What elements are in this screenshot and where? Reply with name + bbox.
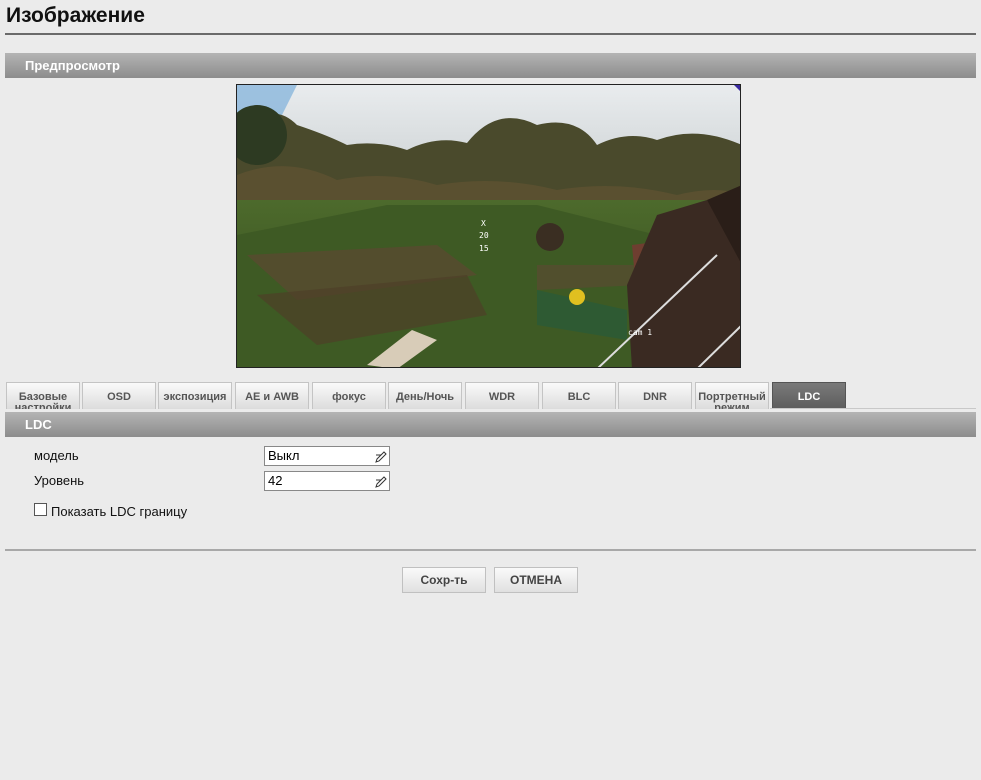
cam-label: cam 1: [628, 328, 653, 337]
tab-osd[interactable]: OSD: [82, 382, 156, 409]
level-label: Уровень: [34, 473, 85, 488]
tab-day-night[interactable]: День/Ночь: [388, 382, 462, 409]
tab-ldc[interactable]: LDC: [772, 382, 846, 409]
preview-image: [237, 85, 740, 367]
camera-preview: X 20 15 cam 1: [236, 84, 741, 368]
tab-ae-awb[interactable]: AE и AWB: [235, 382, 309, 409]
osd-line-2: 20: [479, 231, 489, 240]
save-button[interactable]: Сохр-ть: [402, 567, 486, 593]
cancel-button[interactable]: ОТМЕНА: [494, 567, 578, 593]
form-divider: [5, 549, 976, 551]
pencil-edit-icon: [375, 476, 387, 488]
ldc-header: LDC: [5, 412, 976, 437]
page-title: Изображение: [6, 4, 145, 27]
pencil-edit-icon: [375, 451, 387, 463]
settings-tabs: Базовые настройки OSD экспозиция AE и AW…: [6, 382, 976, 410]
tab-underline: [770, 408, 976, 409]
tab-dnr[interactable]: DNR: [618, 382, 692, 409]
model-select[interactable]: Выкл: [264, 446, 390, 466]
tab-exposure[interactable]: экспозиция: [158, 382, 232, 409]
level-select[interactable]: 42: [264, 471, 390, 491]
show-ldc-border-label: Показать LDC границу: [51, 504, 188, 519]
tab-focus[interactable]: фокус: [312, 382, 386, 409]
show-ldc-border-checkbox[interactable]: [34, 503, 47, 516]
osd-line-3: 15: [479, 244, 489, 253]
level-value: 42: [268, 473, 283, 488]
tab-wdr[interactable]: WDR: [465, 382, 539, 409]
model-value: Выкл: [268, 448, 300, 463]
title-divider: [5, 33, 976, 35]
preview-header: Предпросмотр: [5, 53, 976, 78]
model-label: модель: [34, 448, 79, 463]
tab-portrait-mode[interactable]: Портретный режим: [695, 382, 769, 409]
tab-blc[interactable]: BLC: [542, 382, 616, 409]
osd-line-1: X: [481, 219, 486, 228]
tab-basic-settings[interactable]: Базовые настройки: [6, 382, 80, 409]
